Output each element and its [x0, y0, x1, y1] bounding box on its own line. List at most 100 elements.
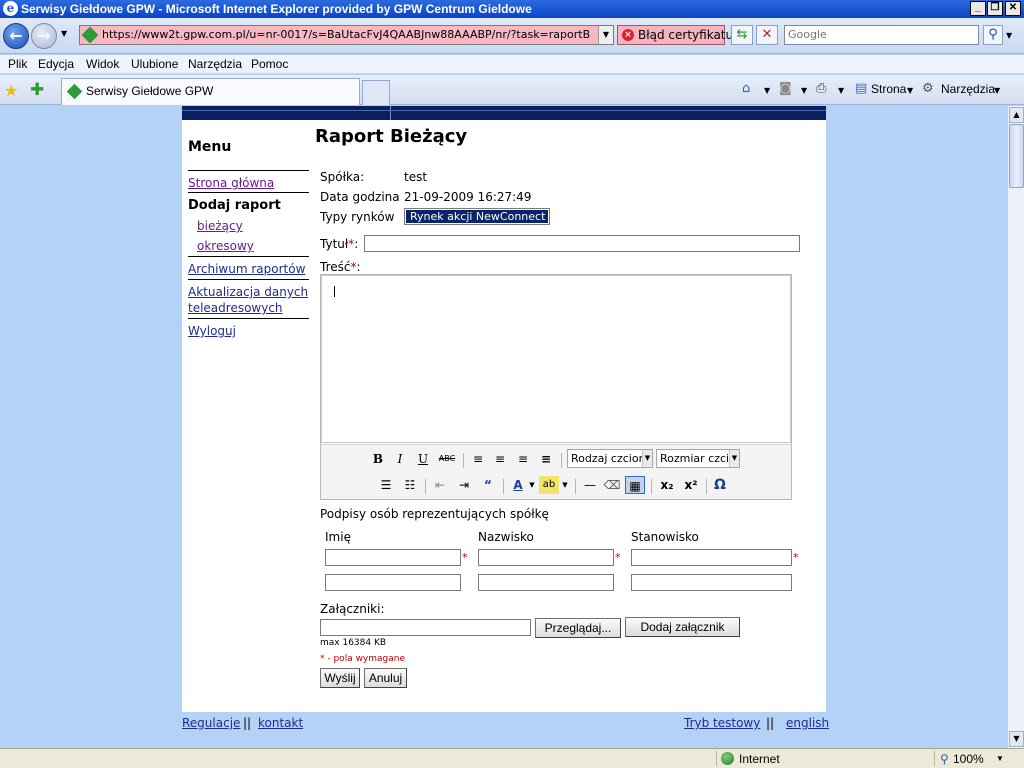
zoom-level[interactable]: 100%	[953, 752, 984, 766]
sidebar-item-update-data-line2[interactable]: teleadresowych	[188, 301, 283, 315]
font-family-select[interactable]: Rodzaj czcionki ▼	[567, 449, 653, 468]
scroll-up-icon[interactable]: ▲	[1009, 107, 1024, 123]
outdent-icon[interactable]: ⇤	[431, 476, 449, 494]
table-icon[interactable]: ▦	[625, 476, 645, 494]
refresh-button[interactable]: ⇆	[731, 25, 753, 45]
sidebar-item-home[interactable]: Strona główna	[188, 176, 274, 190]
stop-icon: ✕	[761, 27, 773, 42]
search-options-icon[interactable]: ▼	[1006, 31, 1012, 40]
send-button[interactable]: Wyślij	[320, 668, 360, 688]
align-right-icon[interactable]: ≡	[514, 450, 532, 468]
font-size-select[interactable]: Rozmiar czcionki▼	[656, 449, 740, 468]
window-title-bar[interactable]: e Serwisy Giełdowe GPW - Microsoft Inter…	[0, 0, 1024, 18]
back-button[interactable]: ←	[3, 23, 29, 49]
strikethrough-button[interactable]: ABC	[435, 450, 459, 468]
sidebar-item-archive[interactable]: Archiwum raportów	[188, 262, 305, 276]
bold-button[interactable]: B	[369, 450, 387, 468]
new-tab-button[interactable]	[362, 80, 390, 105]
sidebar-item-update-data[interactable]: Aktualizacja danych	[188, 285, 308, 299]
underline-button[interactable]: U	[414, 450, 432, 468]
attachments-label: Załączniki:	[320, 602, 385, 616]
highlight-button[interactable]: ab	[539, 476, 559, 494]
forward-button[interactable]: →	[31, 23, 57, 49]
favorites-star-icon[interactable]: ★	[4, 81, 18, 100]
add-favorite-icon[interactable]: ✚	[30, 80, 44, 100]
signature-first-name-2[interactable]	[325, 574, 461, 591]
numbered-list-icon[interactable]: ☷	[401, 476, 419, 494]
menu-bar: Plik Edycja Widok Ulubione Narzędzia Pom…	[0, 55, 1024, 74]
vertical-scrollbar[interactable]: ▲ ▼	[1007, 106, 1024, 748]
print-dropdown-icon[interactable]: ▼	[838, 86, 844, 95]
scroll-down-icon[interactable]: ▼	[1009, 731, 1024, 747]
tools-dropdown-icon[interactable]: ▼	[994, 86, 1000, 95]
minimize-button[interactable]: _	[970, 1, 986, 16]
search-button[interactable]: ⚲	[983, 25, 1003, 45]
menu-view[interactable]: Widok	[86, 57, 119, 71]
blockquote-button[interactable]: “	[479, 476, 497, 494]
report-title-input[interactable]	[364, 235, 800, 252]
subscript-button[interactable]: x₂	[657, 476, 677, 494]
align-left-icon[interactable]: ≡	[469, 450, 487, 468]
report-content-label: Treść*:	[320, 260, 361, 274]
signature-last-name-2[interactable]	[478, 574, 614, 591]
add-attachment-button[interactable]: Dodaj załącznik	[625, 617, 740, 637]
horizontal-rule-icon[interactable]: —	[581, 476, 599, 494]
page-menu-button[interactable]: Strona	[871, 82, 906, 96]
certificate-error-button[interactable]: × Błąd certyfikatu	[617, 25, 733, 45]
address-dropdown-icon[interactable]: ▼	[598, 26, 613, 44]
footer-contact-link[interactable]: kontakt	[258, 716, 303, 730]
footer-test-mode-link[interactable]: Tryb testowy	[684, 716, 760, 730]
signature-last-name-1[interactable]	[478, 549, 614, 566]
menu-tools[interactable]: Narzędzia	[188, 57, 242, 71]
page-title: Raport Bieżący	[315, 126, 468, 147]
print-icon[interactable]: ⎙	[816, 81, 826, 96]
zoom-dropdown-icon[interactable]: ▼	[996, 754, 1004, 763]
maximize-button[interactable]: ❐	[987, 1, 1003, 16]
footer-regulations-link[interactable]: Regulacje	[182, 716, 240, 730]
sidebar-item-periodic[interactable]: okresowy	[197, 239, 254, 253]
tab-serwisy-gieldowe[interactable]: Serwisy Giełdowe GPW	[61, 78, 360, 105]
align-center-icon[interactable]: ≡	[491, 450, 509, 468]
stop-button[interactable]: ✕	[756, 25, 778, 45]
footer-english-link[interactable]: english	[786, 716, 829, 730]
globe-icon	[721, 752, 734, 765]
signature-first-name-1[interactable]	[325, 549, 461, 566]
signature-column-last-name: Nazwisko	[478, 530, 534, 544]
home-icon[interactable]: ⌂	[742, 81, 750, 96]
close-button[interactable]: ✕	[1005, 1, 1021, 16]
page-dropdown-icon[interactable]: ▼	[907, 86, 913, 95]
tools-menu-button[interactable]: Narzędzia	[941, 82, 995, 96]
menu-edit[interactable]: Edycja	[38, 57, 74, 71]
sidebar-item-logout[interactable]: Wyloguj	[188, 324, 236, 338]
bullet-list-icon[interactable]: ☰	[377, 476, 395, 494]
editor-content-area[interactable]	[321, 275, 791, 443]
feeds-dropdown-icon[interactable]: ▼	[801, 86, 807, 95]
sidebar-item-current[interactable]: bieżący	[197, 219, 243, 233]
feeds-icon[interactable]: ◙	[779, 81, 792, 96]
address-bar[interactable]: https://www2t.gpw.com.pl/u=nr-0017/s=BaU…	[79, 25, 614, 45]
history-dropdown-icon[interactable]: ▼	[61, 29, 71, 38]
font-color-button[interactable]: A	[509, 476, 527, 494]
highlight-dropdown-icon[interactable]: ▼	[560, 476, 570, 494]
scroll-thumb[interactable]	[1009, 124, 1024, 188]
search-input[interactable]: Google	[784, 25, 979, 45]
attachment-file-input[interactable]	[320, 619, 531, 636]
signature-position-1[interactable]	[631, 549, 792, 566]
align-justify-icon[interactable]: ≡	[537, 450, 555, 468]
editor-toolbar: B I U ABC ≡ ≡ ≡ ≡ Rodzaj czcionki ▼ Rozmi…	[321, 444, 791, 499]
superscript-button[interactable]: x²	[681, 476, 701, 494]
browse-button[interactable]: Przeglądaj...	[535, 618, 621, 638]
market-type-select[interactable]: Rynek akcji NewConnect	[404, 208, 550, 225]
eraser-icon[interactable]: ⌫	[603, 476, 621, 494]
sidebar-item-add-report: Dodaj raport	[188, 198, 281, 213]
home-dropdown-icon[interactable]: ▼	[764, 86, 770, 95]
cancel-button[interactable]: Anuluj	[364, 668, 407, 688]
indent-icon[interactable]: ⇥	[455, 476, 473, 494]
menu-file[interactable]: Plik	[8, 57, 27, 71]
special-character-button[interactable]: Ω	[711, 476, 729, 494]
signature-position-2[interactable]	[631, 574, 792, 591]
menu-favorites[interactable]: Ulubione	[131, 57, 178, 71]
menu-help[interactable]: Pomoc	[251, 57, 288, 71]
font-color-dropdown-icon[interactable]: ▼	[527, 476, 537, 494]
italic-button[interactable]: I	[391, 450, 409, 468]
